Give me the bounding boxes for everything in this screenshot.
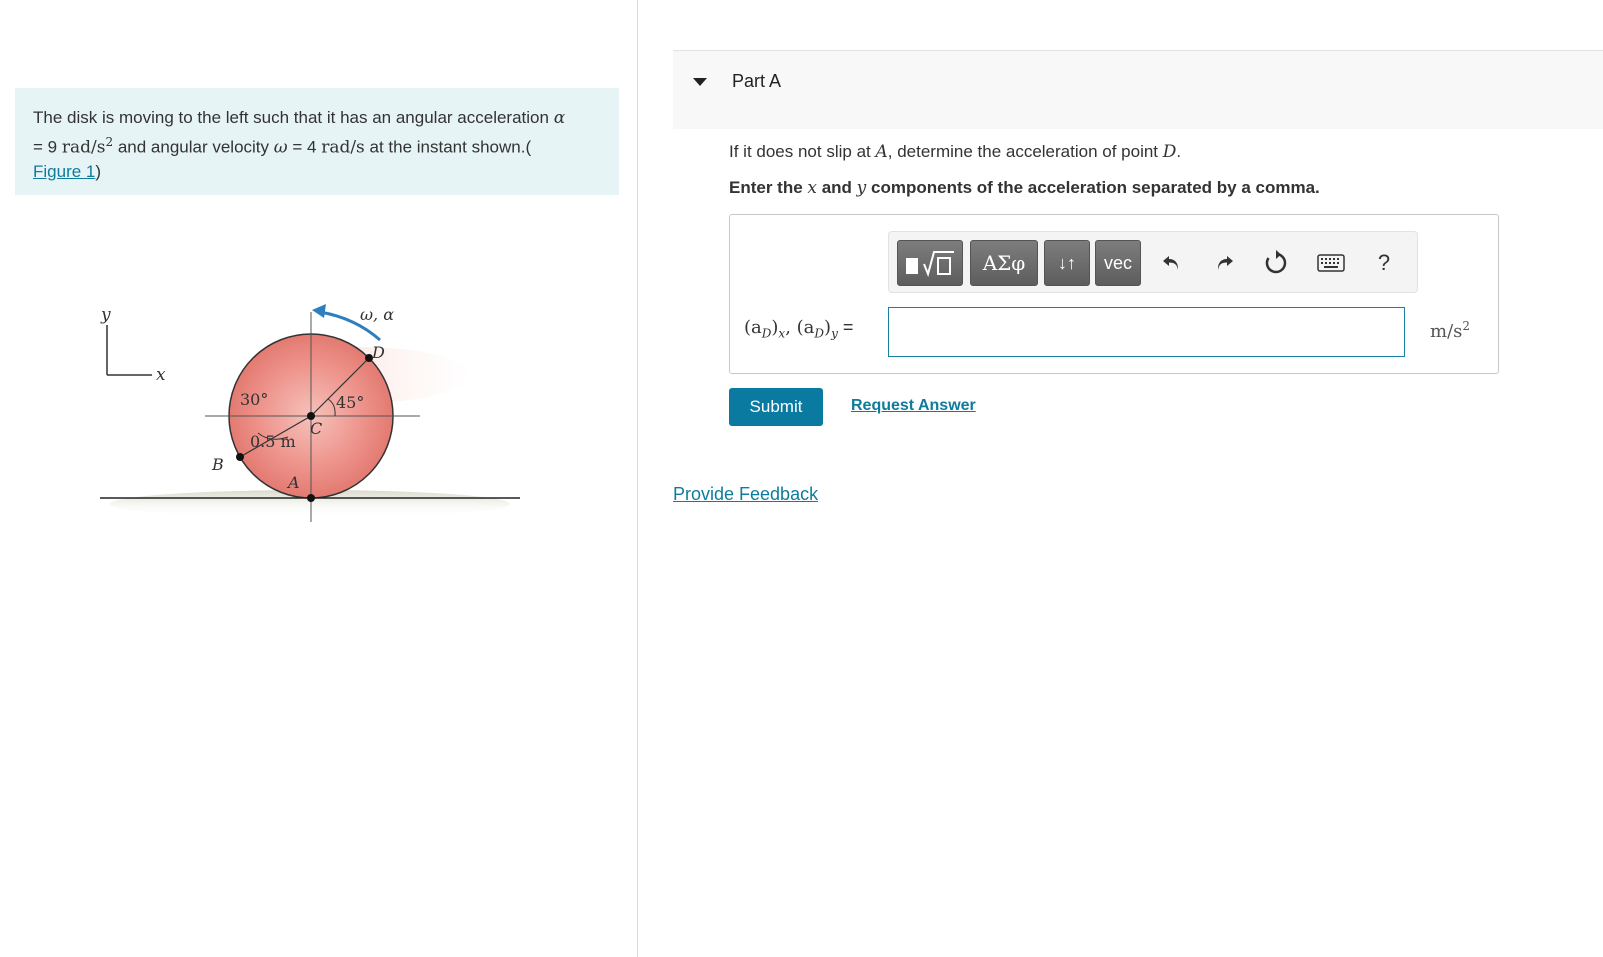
question-point-D: D bbox=[1162, 142, 1177, 162]
point-B bbox=[236, 453, 244, 461]
help-icon[interactable]: ? bbox=[1367, 246, 1401, 280]
close-paren: ) bbox=[95, 161, 102, 181]
answer-label: (aD)x, (aD)y = bbox=[744, 317, 854, 341]
problem-text: The disk is moving to the left such that… bbox=[33, 108, 554, 127]
instruction-y: y bbox=[856, 178, 867, 198]
request-answer-link[interactable]: Request Answer bbox=[851, 397, 976, 415]
label-C: C bbox=[310, 419, 322, 438]
answer-area: ΑΣφ ↓↑ vec ? (aD)x, (aD)y = m/s2 bbox=[729, 214, 1499, 374]
part-title: Part A bbox=[732, 71, 782, 91]
x-axis-label: x bbox=[156, 365, 166, 385]
label-45-deg: 45° bbox=[336, 393, 364, 412]
omega-units: rad/s bbox=[321, 137, 365, 158]
provide-feedback-link[interactable]: Provide Feedback bbox=[673, 484, 818, 505]
problem-text-mid: and angular velocity bbox=[113, 137, 274, 157]
problem-pane: The disk is moving to the left such that… bbox=[0, 0, 637, 957]
figure-link[interactable]: Figure 1 bbox=[33, 162, 95, 181]
label-30-deg: 30° bbox=[240, 390, 268, 409]
point-A bbox=[307, 494, 315, 502]
alpha-value: = 9 bbox=[33, 137, 62, 157]
math-toolbar: ΑΣφ ↓↑ vec ? bbox=[888, 231, 1418, 293]
templates-icon bbox=[906, 251, 954, 278]
greek-symbols-button[interactable]: ΑΣφ bbox=[970, 240, 1038, 286]
reset-icon[interactable] bbox=[1259, 246, 1293, 280]
vector-button[interactable]: vec bbox=[1095, 240, 1141, 286]
omega-arrowhead bbox=[312, 304, 326, 318]
undo-icon[interactable] bbox=[1155, 246, 1189, 280]
label-radius: 0.5 m bbox=[250, 432, 296, 451]
label-D: D bbox=[371, 343, 385, 362]
omega-symbol: ω bbox=[273, 137, 288, 158]
answer-input[interactable] bbox=[888, 307, 1405, 357]
alpha-symbol: α bbox=[553, 108, 566, 128]
instruction-x: x bbox=[807, 178, 817, 198]
instruction-text: Enter the x and y components of the acce… bbox=[729, 178, 1320, 198]
problem-text-end: at the instant shown.( bbox=[364, 137, 532, 157]
alpha-units-exp: 2 bbox=[105, 135, 114, 149]
question-text: If it does not slip at A, determine the … bbox=[729, 142, 1182, 162]
disk-figure: y x ω, α D C B A 30° 45° 0.5 m bbox=[100, 304, 520, 522]
alpha-units: rad/s bbox=[61, 137, 106, 158]
subscript-superscript-button[interactable]: ↓↑ bbox=[1044, 240, 1090, 286]
submit-button[interactable]: Submit bbox=[729, 388, 823, 426]
question-point-A: A bbox=[875, 142, 888, 162]
keyboard-icon[interactable] bbox=[1311, 246, 1351, 280]
answer-unit: m/s2 bbox=[1430, 319, 1471, 342]
redo-icon[interactable] bbox=[1207, 246, 1241, 280]
collapse-caret-icon[interactable] bbox=[693, 78, 707, 86]
y-axis-label: y bbox=[100, 305, 111, 325]
label-A: A bbox=[286, 473, 300, 492]
pane-divider bbox=[637, 0, 638, 957]
omega-value: = 4 bbox=[287, 137, 322, 157]
problem-statement: The disk is moving to the left such that… bbox=[15, 88, 619, 195]
part-a-header[interactable]: Part A bbox=[673, 50, 1603, 129]
templates-button[interactable] bbox=[897, 240, 963, 286]
omega-alpha-label: ω, α bbox=[360, 305, 394, 324]
label-B: B bbox=[211, 455, 224, 474]
